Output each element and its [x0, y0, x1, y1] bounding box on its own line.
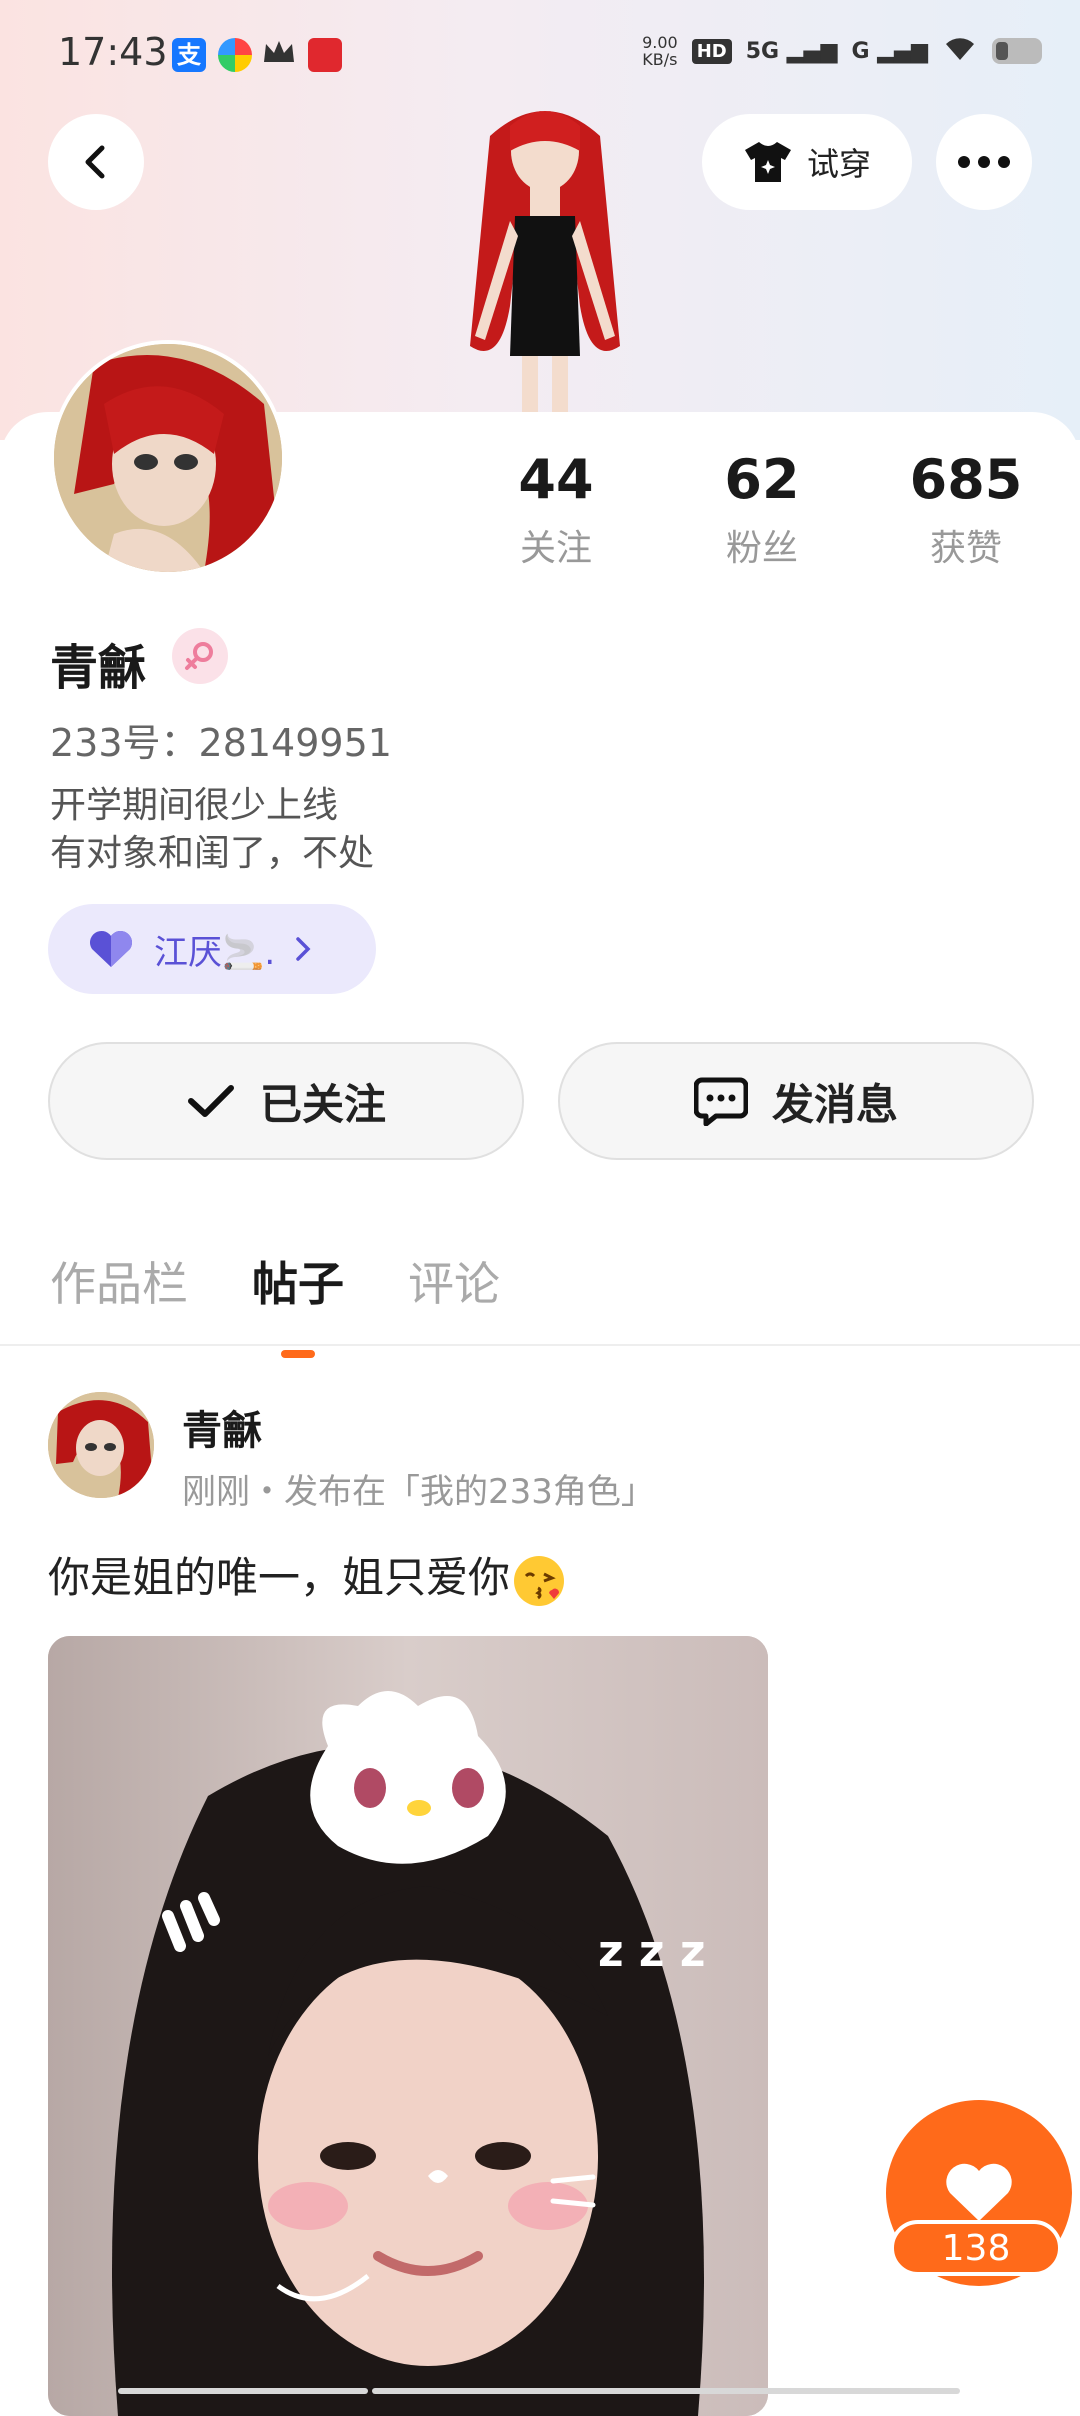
status-time: 17:43	[58, 30, 168, 74]
followers-label: 粉丝	[725, 528, 798, 569]
chat-bubble-icon	[693, 1077, 748, 1126]
following-count: 44	[518, 448, 594, 511]
home-indicator	[372, 2388, 960, 2394]
following-label: 关注	[519, 528, 592, 569]
tab-posts[interactable]: 帖子	[252, 1248, 344, 1314]
back-button[interactable]	[48, 114, 144, 210]
game-app-icon	[308, 38, 342, 72]
network-speed: 9.00 KB/s	[642, 33, 678, 69]
cp-name: 江厌🚬.	[154, 932, 276, 973]
more-dots-icon	[958, 156, 1010, 168]
avatar[interactable]	[50, 340, 286, 576]
kiss-emoji-icon	[514, 1555, 565, 1606]
message-label: 发消息	[771, 1079, 898, 1129]
like-count: 138	[890, 2220, 1062, 2276]
battery-icon	[992, 38, 1042, 64]
try-on-button[interactable]: 试穿	[702, 114, 912, 210]
crown-icon	[262, 38, 296, 72]
female-icon	[172, 628, 228, 684]
heart-icon	[89, 930, 133, 967]
cp-relation-pill[interactable]: 江厌🚬.	[48, 904, 376, 994]
chevron-left-icon	[85, 145, 105, 179]
try-on-label: 试穿	[806, 145, 871, 183]
check-icon	[187, 1085, 234, 1117]
signal-5g-icon: 5G ▂▄▆	[745, 38, 838, 64]
send-message-button[interactable]: 发消息	[558, 1042, 1034, 1160]
post-author-name[interactable]: 青龢	[182, 1398, 262, 1456]
browser-icon	[218, 38, 252, 72]
stat-followers[interactable]: 62 粉丝	[682, 448, 842, 571]
bio-line: 有对象和闺了，不处	[50, 833, 375, 874]
post-text: 你是姐的唯一，姐只爱你	[48, 1544, 565, 1606]
chevron-right-icon	[296, 937, 311, 961]
wifi-icon	[942, 34, 978, 68]
heart-icon	[946, 2163, 1012, 2221]
bio-line: 开学期间很少上线	[50, 785, 339, 826]
avatar-3d-figure[interactable]	[430, 96, 660, 416]
hd-voice-icon: HD	[691, 38, 732, 64]
followed-button[interactable]: 已关注	[48, 1042, 524, 1160]
svg-text:z z z: z z z	[598, 1926, 705, 1977]
tabs-divider	[0, 1344, 1080, 1346]
followers-count: 62	[724, 448, 800, 511]
profile-bio: 开学期间很少上线 有对象和闺了，不处	[50, 782, 374, 878]
stat-likes[interactable]: 685 获赞	[886, 448, 1046, 571]
alipay-icon: 支	[172, 38, 206, 72]
signal-g-icon: G ▂▄▆	[851, 38, 928, 64]
content-tabs: 作品栏 帖子 评论	[50, 1248, 500, 1314]
post-image[interactable]: z z z	[48, 1636, 768, 2416]
profile-name: 青龢	[50, 640, 147, 696]
home-indicator	[118, 2388, 368, 2394]
user-id: 233号：28149951	[50, 721, 392, 765]
like-button[interactable]: 138	[884, 2100, 1074, 2286]
post-meta: 刚刚・发布在「我的233角色」	[182, 1472, 655, 1512]
likes-count: 685	[909, 448, 1023, 511]
likes-label: 获赞	[929, 528, 1002, 569]
stat-following[interactable]: 44 关注	[476, 448, 636, 571]
tab-works[interactable]: 作品栏	[50, 1248, 188, 1314]
tshirt-icon	[744, 142, 791, 182]
more-button[interactable]	[936, 114, 1032, 210]
post-author-avatar[interactable]	[48, 1392, 154, 1498]
followed-label: 已关注	[259, 1079, 386, 1129]
tab-comments[interactable]: 评论	[408, 1248, 500, 1314]
status-bar: 17:43 支 9.00 KB/s HD 5G ▂▄▆ G ▂▄▆	[0, 0, 1080, 110]
